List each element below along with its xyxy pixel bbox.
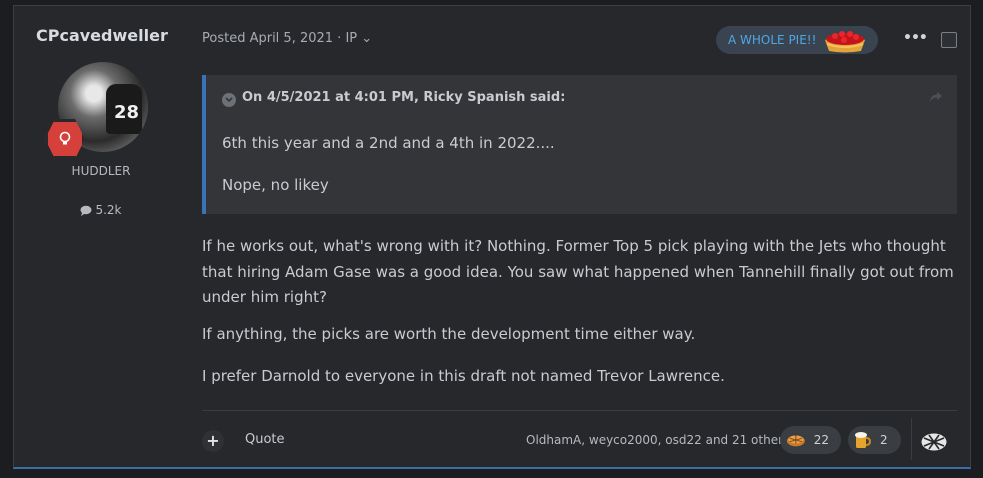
quote-attribution: On 4/5/2021 at 4:01 PM, Ricky Spanish sa…: [242, 90, 566, 105]
comment-icon: [80, 205, 92, 216]
chevron-down-icon[interactable]: [222, 93, 236, 107]
avatar-jersey-number: 28: [114, 102, 140, 123]
pie-reaction-count[interactable]: 22: [780, 426, 841, 454]
quote-header[interactable]: On 4/5/2021 at 4:01 PM, Ricky Spanish sa…: [222, 90, 565, 107]
pie-icon: [786, 435, 805, 447]
divider: [202, 410, 957, 411]
lightbulb-icon: [59, 131, 71, 145]
post-body: If he works out, what's wrong with it? N…: [202, 234, 962, 311]
beer-count: 2: [880, 433, 888, 447]
top-reaction-label: A WHOLE PIE!!: [728, 33, 817, 47]
post-date[interactable]: Posted April 5, 2021 · IP ⌄: [202, 31, 372, 46]
divider: [911, 418, 912, 460]
post-paragraph: I prefer Darnold to everyone in this dra…: [202, 367, 725, 385]
add-reaction-pie-icon[interactable]: [920, 430, 948, 452]
reactors-list[interactable]: OldhamA, weyco2000, osd22 and 21 others: [526, 433, 789, 447]
select-post-checkbox[interactable]: [941, 32, 957, 48]
top-reaction-badge[interactable]: A WHOLE PIE!!: [716, 26, 878, 54]
post-count: 5.2k: [14, 203, 188, 217]
author-name[interactable]: CPcavedweller: [36, 26, 168, 45]
post-count-value: 5.2k: [95, 203, 122, 217]
beer-reaction-count[interactable]: 2: [848, 426, 901, 454]
post-paragraph: If he works out, what's wrong with it? N…: [202, 237, 954, 306]
author-panel: CPcavedweller 28 HUDDLER 5.2k: [14, 6, 188, 467]
quote-block: On 4/5/2021 at 4:01 PM, Ricky Spanish sa…: [202, 75, 957, 214]
rank-title: HUDDLER: [71, 164, 131, 178]
more-options-icon[interactable]: •••: [903, 30, 928, 46]
beer-mug-icon: [855, 432, 872, 448]
whole-pie-icon: [825, 31, 866, 53]
multiquote-add-button[interactable]: +: [202, 430, 224, 452]
pie-count: 22: [813, 433, 829, 447]
post-paragraph: If anything, the picks are worth the dev…: [202, 325, 696, 343]
share-arrow-icon[interactable]: [929, 91, 943, 103]
forum-post: CPcavedweller 28 HUDDLER 5.2k Posted Apr…: [13, 5, 971, 469]
quote-text-line: Nope, no likey: [222, 176, 329, 194]
quote-button[interactable]: Quote: [245, 432, 285, 447]
quote-text-line: 6th this year and a 2nd and a 4th in 202…: [222, 134, 555, 152]
